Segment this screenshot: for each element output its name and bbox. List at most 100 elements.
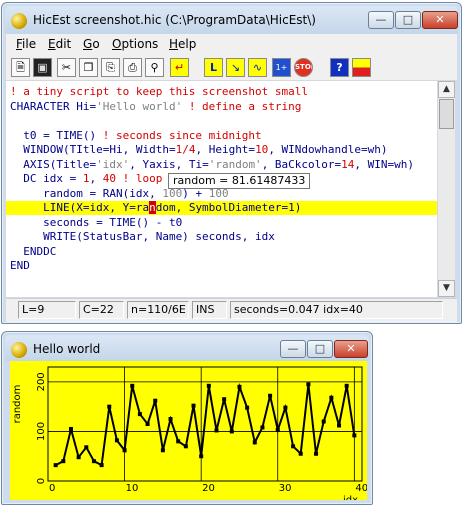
data-point [237,384,242,389]
scroll-thumb[interactable] [439,99,454,129]
menu-help[interactable]: Help [169,37,196,51]
x-tick-label: 0 [49,483,55,494]
code-line[interactable]: ! a tiny script to keep this screenshot … [10,85,308,99]
code-token: 'idx' [96,157,130,171]
data-point [321,419,326,424]
close-button[interactable]: ✕ [422,11,458,29]
code-token: 40 [102,172,116,185]
code-token: WINDOW(TItle=Hi, Width= [10,143,176,156]
data-point [68,426,73,431]
data-point [291,444,296,449]
minimize-button[interactable]: — [368,11,394,29]
code-token: 'Hello world' [96,99,183,113]
code-editor[interactable]: ! a tiny script to keep this screenshot … [6,81,437,297]
maximize-button[interactable]: □ [395,11,421,29]
code-token: CHARACTER Hi= [10,99,97,113]
minimize-button[interactable]: — [280,340,306,358]
data-point [76,455,81,460]
x-tick-label: 20 [202,483,215,494]
l-shape-icon[interactable]: L [204,58,223,77]
code-line[interactable]: CHARACTER Hi='Hello world' ! define a st… [10,100,301,114]
maximize-button[interactable]: □ [307,340,333,358]
menu-file[interactable]: File [16,37,36,51]
menu-go[interactable]: Go [83,37,100,51]
copy-icon[interactable]: ❐ [79,58,98,77]
code-token: LINE(X=idx, Y=ra [10,201,150,214]
data-point [61,459,66,464]
data-point [222,397,227,402]
code-token: 'random' [208,157,262,171]
code-token: t0 = TIME() [10,128,103,142]
scroll-down-button[interactable]: ▼ [438,280,455,297]
vertical-scrollbar[interactable]: ▲ ▼ [438,81,455,297]
paste-icon[interactable]: ⎘ [101,58,120,77]
code-token: ENDDC [10,244,57,258]
data-point [268,393,273,398]
status-message: seconds=0.047 idx=40 [230,301,443,319]
count-icon[interactable]: 1+ [272,58,291,77]
data-point [199,454,204,459]
data-point [84,445,89,450]
data-point [99,463,104,468]
grid-icon[interactable] [352,58,371,77]
text-cursor: n [149,201,156,214]
code-line[interactable]: WINDOW(TItle=Hi, Width=1/4, Height=10, W… [10,143,387,157]
menu-options[interactable]: Options [112,37,158,51]
code-token: DC idx = [10,172,83,185]
current-code-line[interactable]: LINE(X=idx, Y=random, SymbolDiameter=1) [6,201,437,215]
new-file-icon[interactable]: 🗎 [11,58,30,77]
data-point [260,425,265,430]
data-point [160,448,165,453]
editor-titlebar[interactable]: HicEst screenshot.hic (C:\ProgramData\Hi… [5,6,458,34]
code-line[interactable]: seconds = TIME() - t0 [10,216,182,230]
y-axis-label: random [12,385,23,424]
code-line[interactable]: AXIS(Title='idx', Yaxis, Ti='random', Ba… [10,158,414,172]
code-token: , WIN=wh) [354,157,415,171]
x-tick-label: 40 [355,483,367,494]
code-token: , [89,172,103,185]
code-token: dom, SymbolDiameter=1) [155,201,302,214]
data-point [229,429,234,434]
code-token: , Height= [195,143,256,156]
save-icon[interactable]: ▣ [33,58,52,77]
code-token: AXIS(Title= [10,157,97,171]
code-line[interactable]: ENDDC [10,245,56,259]
code-line[interactable]: WRITE(StatusBar, Name) seconds, idx [10,230,275,244]
code-token: , Yaxis, Ti= [129,157,209,171]
code-token: seconds = TIME() - t0 [10,215,183,229]
editor-window: HicEst screenshot.hic (C:\ProgramData\Hi… [1,2,462,324]
staircase-icon[interactable]: ↘ [226,58,245,77]
print-icon[interactable]: ⎙ [123,58,142,77]
data-point [314,451,319,456]
data-point [176,439,181,444]
y-tick-label: 100 [36,422,47,441]
series-line [55,382,356,467]
data-point [283,405,288,410]
find-icon[interactable]: ⚲ [145,58,164,77]
data-point [91,459,96,464]
menu-edit[interactable]: Edit [48,37,71,51]
scroll-up-button[interactable]: ▲ [438,81,455,98]
editor-window-title: HicEst screenshot.hic (C:\ProgramData\Hi… [33,13,316,27]
help-icon[interactable]: ? [330,58,349,77]
status-column: C=22 [79,301,124,319]
data-point [153,398,158,403]
wave-icon[interactable]: ∿ [248,58,267,77]
data-point [329,395,334,400]
code-line[interactable]: END [10,259,30,273]
cut-icon[interactable]: ✂ [57,58,76,77]
data-point [252,440,257,445]
code-token: 10 [255,143,269,156]
stop-icon[interactable]: STOP [294,58,313,77]
plot-area: 0 10 20 30 40 0 100 200 random idx [10,361,368,506]
code-line[interactable]: t0 = TIME() ! seconds since midnight [10,128,261,143]
data-point [168,417,173,422]
close-button[interactable]: ✕ [334,340,368,358]
plot-titlebar[interactable]: Hello world — □ ✕ [5,335,369,361]
data-point [275,427,280,432]
data-point [306,382,311,387]
code-token: 1/4 [175,143,196,156]
return-icon[interactable]: ↵ [170,58,189,77]
status-line: L=9 [18,301,76,319]
